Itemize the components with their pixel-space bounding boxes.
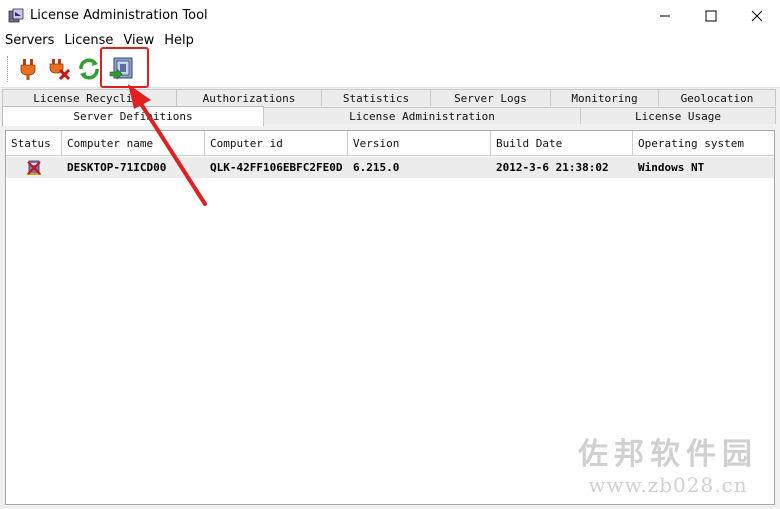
cell-version: 6.215.0 [353, 161, 400, 174]
tab-geolocation[interactable]: Geolocation [658, 89, 776, 106]
maximize-button[interactable] [688, 0, 734, 31]
watermark-url: www.zb028.cn [588, 473, 748, 497]
cell-computer-id: QLK-42FF106EBFC2FE0D [210, 161, 343, 174]
tab-license-usage[interactable]: License Usage [580, 107, 776, 124]
menu-license[interactable]: License [59, 33, 118, 48]
column-header-build-date[interactable]: Build Date [491, 131, 633, 156]
watermark: 佐邦软件园 www.zb028.cn [578, 429, 758, 497]
tab-strip: License Recycling Authorizations Statist… [0, 88, 780, 126]
tab-monitoring[interactable]: Monitoring [550, 89, 659, 106]
toolbar-grip [7, 56, 9, 82]
app-icon [8, 8, 24, 24]
disconnect-plug-icon[interactable] [46, 56, 72, 82]
tab-server-logs[interactable]: Server Logs [430, 89, 551, 106]
connect-plug-icon[interactable] [15, 56, 41, 82]
tab-server-definitions[interactable]: Server Definitions [2, 106, 264, 126]
tab-authorizations[interactable]: Authorizations [176, 89, 322, 106]
server-error-icon [6, 157, 62, 178]
cell-computer-name: DESKTOP-71ICD00 [67, 161, 167, 174]
table-row[interactable]: DESKTOP-71ICD00 QLK-42FF106EBFC2FE0D 6.2… [6, 157, 774, 178]
column-header-version[interactable]: Version [348, 131, 491, 156]
menu-servers[interactable]: Servers [0, 33, 59, 48]
column-header-computer-id[interactable]: Computer id [205, 131, 348, 156]
cell-operating-system: Windows NT [638, 161, 705, 174]
title-bar: License Administration Tool [0, 0, 780, 31]
tab-license-administration[interactable]: License Administration [263, 107, 581, 124]
tab-license-recycling[interactable]: License Recycling [2, 89, 177, 106]
window-title: License Administration Tool [30, 8, 208, 23]
tab-statistics[interactable]: Statistics [321, 89, 431, 106]
close-button[interactable] [734, 0, 780, 31]
column-header-computer-name[interactable]: Computer name [62, 131, 205, 156]
toolbar-highlight-box [100, 47, 149, 88]
cell-build-date: 2012-3-6 21:38:02 [496, 161, 609, 174]
minimize-button[interactable] [642, 0, 688, 31]
menu-view[interactable]: View [118, 33, 159, 48]
refresh-icon[interactable] [76, 56, 102, 82]
watermark-cn: 佐邦软件园 [578, 437, 758, 472]
column-header-status[interactable]: Status [6, 131, 62, 156]
table-header: Status Computer name Computer id Version… [6, 131, 774, 156]
menu-help[interactable]: Help [159, 33, 199, 48]
column-header-operating-system[interactable]: Operating system [633, 131, 774, 156]
